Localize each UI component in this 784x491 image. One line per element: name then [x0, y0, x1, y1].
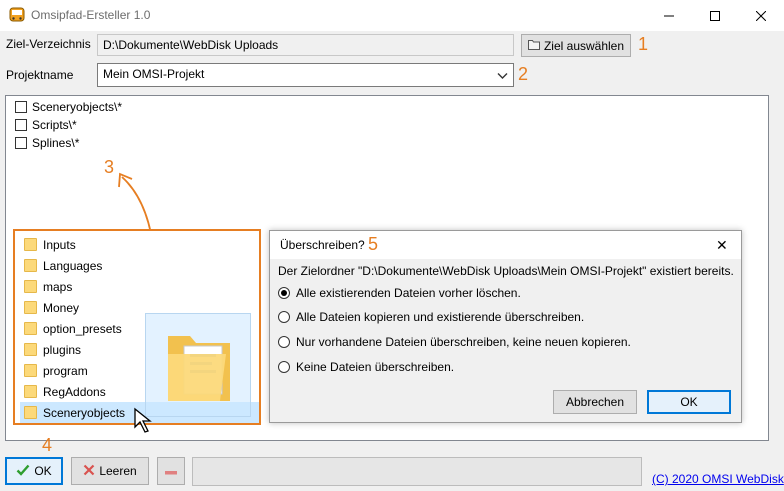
window-title: Omsipfad-Ersteller 1.0: [31, 8, 151, 22]
folder-icon: [24, 385, 37, 398]
folder-label: Inputs: [43, 237, 76, 252]
dialog-title-bar: Überschreiben? 5 ✕: [270, 231, 741, 259]
dialog-close-icon[interactable]: ✕: [716, 237, 728, 254]
dialog-ok-button[interactable]: OK: [647, 390, 731, 414]
target-dir-field[interactable]: D:\Dokumente\WebDisk Uploads: [97, 34, 514, 56]
close-button[interactable]: [738, 0, 784, 31]
copyright-link[interactable]: (C) 2020 OMSI WebDisk: [652, 472, 784, 486]
large-folder-icon: [168, 336, 230, 401]
folder-icon: [24, 280, 37, 293]
radio-button[interactable]: [278, 311, 290, 323]
folder-icon: [24, 406, 37, 419]
drag-preview: [145, 313, 251, 417]
checkbox[interactable]: [15, 119, 27, 131]
project-name-label: Projektname: [6, 68, 74, 82]
folder-icon: [24, 322, 37, 335]
checkbox[interactable]: [15, 101, 27, 113]
radio-button[interactable]: [278, 287, 290, 299]
folder-item[interactable]: Languages: [20, 255, 259, 276]
dialog-message: Der Zielordner "D:\Dokumente\WebDisk Upl…: [278, 264, 734, 278]
overwrite-option[interactable]: Nur vorhandene Dateien überschreiben, ke…: [278, 335, 631, 349]
overwrite-dialog: Überschreiben? 5 ✕ Der Zielordner "D:\Do…: [269, 230, 742, 423]
checklist-item-label: Sceneryobjects\*: [32, 100, 123, 114]
checklist-item[interactable]: Scripts\*: [15, 118, 77, 132]
title-bar: Omsipfad-Ersteller 1.0: [0, 0, 784, 31]
cursor-icon: [134, 407, 152, 433]
checklist-item-label: Splines\*: [32, 136, 80, 150]
folder-label: RegAddons: [43, 384, 106, 399]
folder-icon: [24, 364, 37, 377]
ok-button[interactable]: OK: [5, 457, 63, 485]
radio-button[interactable]: [278, 361, 290, 373]
option-label: Alle Dateien kopieren und existierende ü…: [296, 310, 585, 324]
select-target-label: Ziel auswählen: [543, 38, 625, 53]
folder-icon: [24, 238, 37, 251]
checklist-item[interactable]: Sceneryobjects\*: [15, 100, 122, 114]
close-icon: [756, 10, 766, 21]
folder-label: plugins: [43, 342, 82, 357]
folder-label: maps: [43, 279, 73, 294]
overwrite-option[interactable]: Alle Dateien kopieren und existierende ü…: [278, 310, 584, 324]
ok-button-label: OK: [34, 464, 52, 478]
clear-button[interactable]: Leeren: [71, 457, 149, 485]
checkmark-icon: [16, 464, 30, 479]
callout-2: 2: [518, 64, 529, 84]
overwrite-option[interactable]: Keine Dateien überschreiben.: [278, 360, 454, 374]
folder-icon: [24, 259, 37, 272]
x-icon: [83, 464, 95, 479]
dialog-cancel-button[interactable]: Abbrechen: [553, 390, 637, 414]
checkbox[interactable]: [15, 137, 27, 149]
checklist-item[interactable]: Splines\*: [15, 136, 79, 150]
maximize-icon: [710, 10, 720, 21]
project-name-combobox[interactable]: Mein OMSI-Projekt: [97, 63, 514, 87]
radio-button[interactable]: [278, 336, 290, 348]
folder-label: Sceneryobjects: [43, 405, 126, 420]
folder-label: program: [43, 363, 88, 378]
maximize-button[interactable]: [692, 0, 738, 31]
minimize-button[interactable]: [646, 0, 692, 31]
minus-icon: [165, 464, 177, 478]
callout-1: 1: [638, 34, 649, 54]
progress-bar: [192, 457, 642, 486]
target-dir-label: Ziel-Verzeichnis: [6, 37, 91, 51]
folder-label: option_presets: [43, 321, 122, 336]
minimize-icon: [664, 15, 674, 16]
option-label: Alle existierenden Dateien vorher lösche…: [296, 286, 521, 300]
select-target-button[interactable]: Ziel auswählen: [521, 34, 631, 57]
explorer-folder-list[interactable]: Inputs Languages maps Money option_prese…: [13, 229, 261, 433]
folder-label: Money: [43, 300, 80, 315]
overwrite-option[interactable]: Alle existierenden Dateien vorher lösche…: [278, 286, 521, 300]
checklist-item-label: Scripts\*: [32, 118, 77, 132]
folder-icon: [24, 301, 37, 314]
folder-label: Languages: [43, 258, 103, 273]
project-name-value: Mein OMSI-Projekt: [103, 67, 205, 81]
folder-item[interactable]: Inputs: [20, 234, 259, 255]
option-label: Nur vorhandene Dateien überschreiben, ke…: [296, 335, 631, 349]
remove-button[interactable]: [157, 457, 185, 485]
callout-4: 4: [42, 435, 53, 455]
folder-icon: [527, 39, 540, 53]
bus-icon: [9, 7, 25, 23]
clear-button-label: Leeren: [99, 464, 137, 478]
folder-item[interactable]: maps: [20, 276, 259, 297]
chevron-down-icon[interactable]: [497, 69, 508, 83]
callout-5: 5: [368, 234, 379, 254]
folder-icon: [24, 343, 37, 356]
dialog-title: Überschreiben?: [280, 238, 365, 252]
option-label: Keine Dateien überschreiben.: [296, 360, 455, 374]
